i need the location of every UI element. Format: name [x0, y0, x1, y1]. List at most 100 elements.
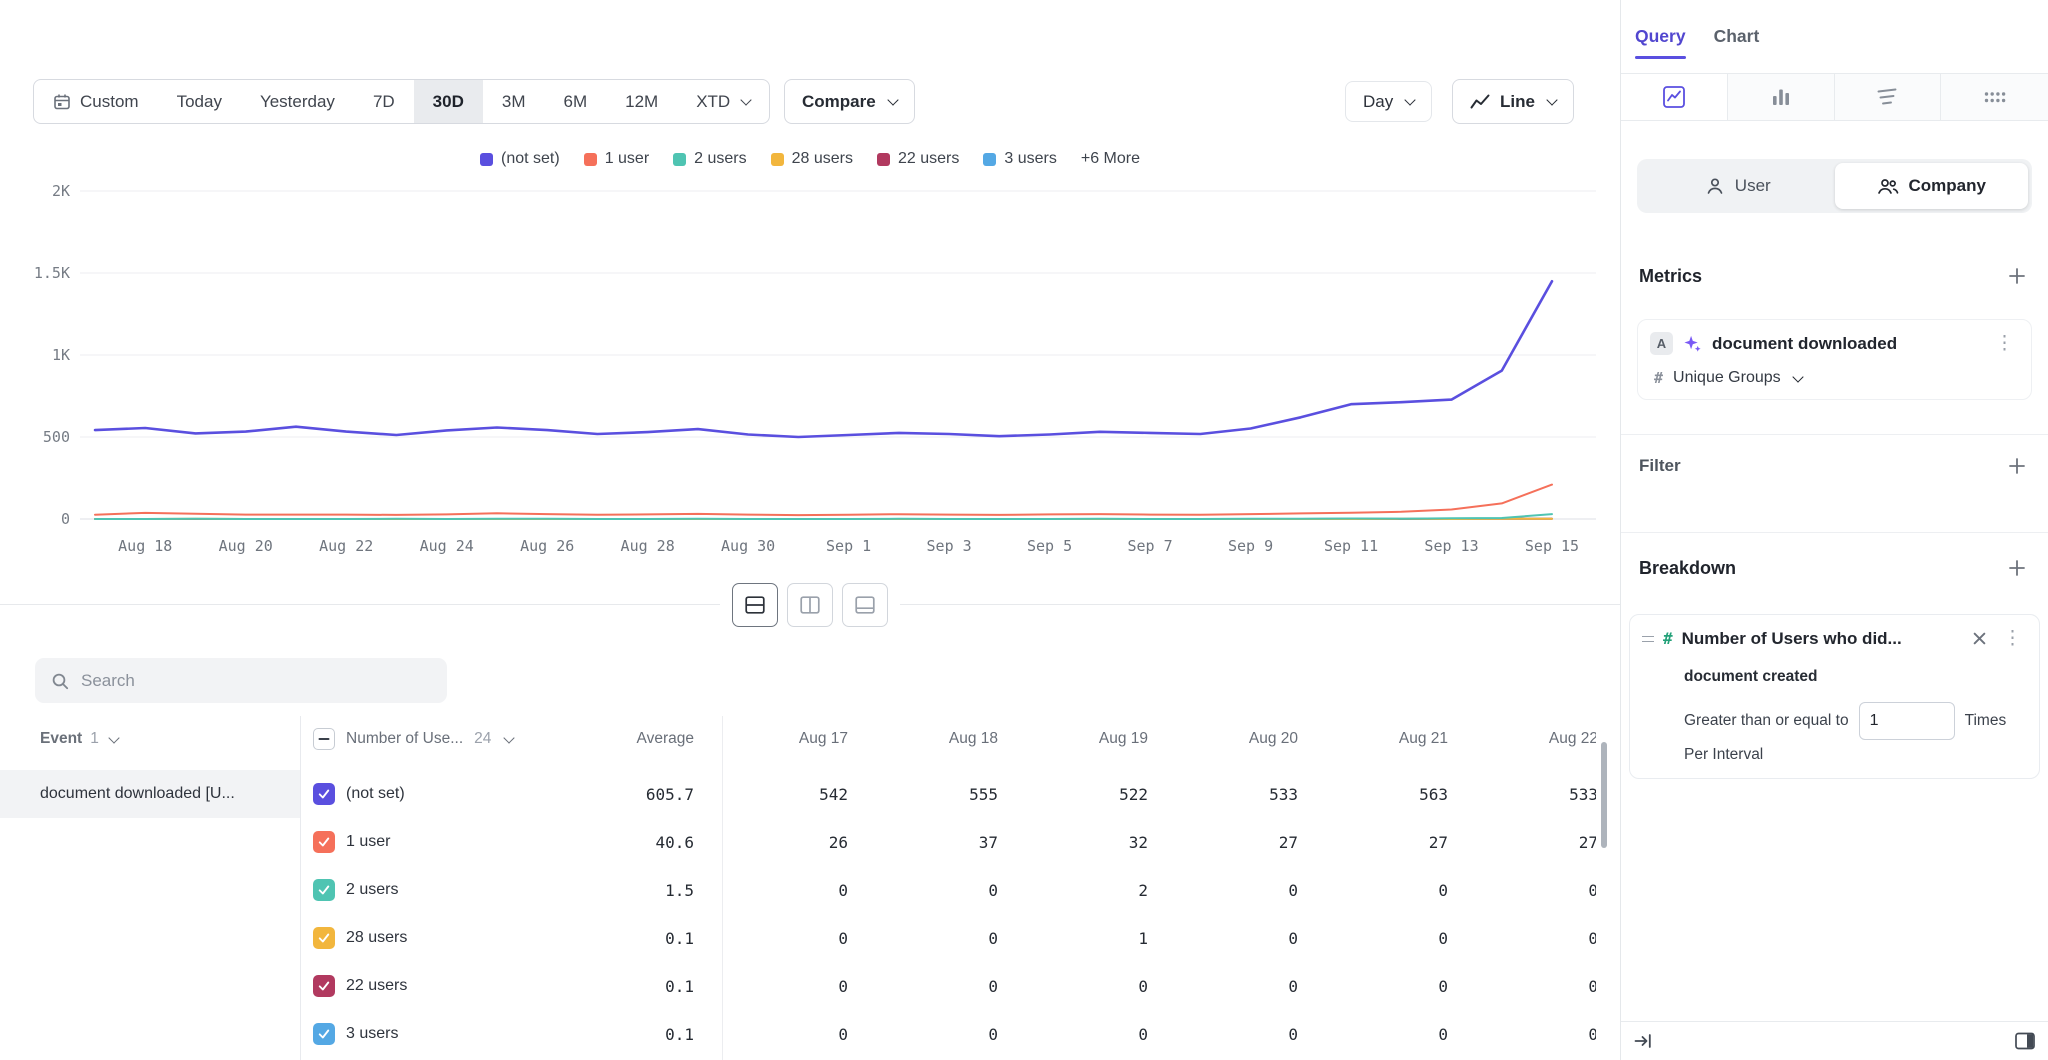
- drag-handle[interactable]: [1642, 636, 1654, 642]
- chevron-down-icon: [1405, 94, 1416, 105]
- breakdown-card-title[interactable]: Number of Users who did...: [1682, 629, 1961, 649]
- range-30d-button[interactable]: 30D: [414, 80, 483, 123]
- scope-user-label: User: [1735, 176, 1771, 196]
- date-column-header[interactable]: Aug 17: [700, 730, 850, 748]
- x-axis-label: Aug 30: [721, 537, 775, 555]
- range-today-button[interactable]: Today: [158, 80, 241, 123]
- breakdown-condition-label[interactable]: Greater than or equal to: [1684, 712, 1849, 730]
- breakdown-event-name[interactable]: document created: [1684, 668, 2027, 686]
- range-3m-button[interactable]: 3M: [483, 80, 545, 123]
- range-xtd-button[interactable]: XTD: [677, 80, 769, 123]
- legend-item[interactable]: 28 users: [771, 150, 853, 168]
- add-metric-button[interactable]: [2004, 263, 2030, 289]
- cell-value: 0: [1450, 881, 1596, 900]
- cell-value: 542: [700, 785, 850, 804]
- cell-value: 37: [850, 833, 1000, 852]
- compare-button[interactable]: Compare: [784, 79, 915, 124]
- cell-value: 0: [1150, 1025, 1300, 1044]
- scope-company-button[interactable]: Company: [1835, 163, 2029, 209]
- cell-value: 0: [1300, 1025, 1450, 1044]
- row-checkbox[interactable]: [313, 879, 335, 901]
- plus-icon: [2008, 267, 2026, 285]
- metric-kebab-menu[interactable]: ⋮: [1990, 332, 2019, 355]
- date-column-header[interactable]: Aug 20: [1150, 730, 1300, 748]
- chart-type-button[interactable]: Line: [1452, 79, 1574, 124]
- interval-button[interactable]: Day: [1345, 81, 1432, 122]
- chart-type-more-tab[interactable]: [1941, 74, 2048, 120]
- split-vertical-icon: [800, 596, 820, 614]
- x-axis-label: Aug 18: [118, 537, 172, 555]
- range-7d-button[interactable]: 7D: [354, 80, 414, 123]
- legend-item[interactable]: 3 users: [983, 150, 1056, 168]
- chart-type-funnel-tab[interactable]: [1835, 74, 1942, 120]
- range-yesterday-button[interactable]: Yesterday: [241, 80, 354, 123]
- cell-value: 0: [1300, 881, 1450, 900]
- plus-icon: [2008, 559, 2026, 577]
- date-column-header[interactable]: Aug 19: [1000, 730, 1150, 748]
- panel-tabs: Query Chart: [1621, 0, 2048, 73]
- layout-split-vertical-button[interactable]: [787, 583, 833, 627]
- line-chart-icon: [1470, 93, 1490, 111]
- row-checkbox[interactable]: [313, 1023, 335, 1045]
- layout-chart-only-button[interactable]: [842, 583, 888, 627]
- x-axis-label: Aug 22: [319, 537, 373, 555]
- chart-type-line-tab[interactable]: [1621, 74, 1728, 120]
- cell-value: 555: [850, 785, 1000, 804]
- table-scrollbar[interactable]: [1601, 742, 1607, 848]
- average-column-header[interactable]: Average: [550, 730, 700, 748]
- chart-legend: (not set) 1 user 2 users 28 users 22 users 3 …: [0, 150, 1620, 168]
- breakdown-header-label[interactable]: Number of Use...: [346, 730, 463, 748]
- metric-card[interactable]: A document downloaded ⋮ # Unique Groups: [1637, 319, 2032, 400]
- filter-title: Filter: [1639, 456, 1681, 476]
- row-checkbox[interactable]: [313, 783, 335, 805]
- metric-aggregation-row[interactable]: # Unique Groups: [1650, 369, 2019, 387]
- cell-value: 26: [700, 833, 850, 852]
- add-filter-button[interactable]: [2004, 453, 2030, 479]
- event-list-item[interactable]: document downloaded [U...: [0, 770, 300, 818]
- legend-more-link[interactable]: +6 More: [1081, 150, 1140, 168]
- metric-badge: A: [1650, 332, 1673, 355]
- toggle-sidebar-button[interactable]: [2014, 1031, 2036, 1051]
- date-column-header[interactable]: Aug 18: [850, 730, 1000, 748]
- tab-query[interactable]: Query: [1635, 0, 1686, 73]
- range-custom-button[interactable]: Custom: [34, 80, 158, 123]
- metric-event-name[interactable]: document downloaded: [1712, 334, 1980, 354]
- legend-item[interactable]: 22 users: [877, 150, 959, 168]
- layout-split-horizontal-button[interactable]: [732, 583, 778, 627]
- legend-item[interactable]: (not set): [480, 150, 560, 168]
- range-6m-button[interactable]: 6M: [544, 80, 606, 123]
- breakdown-kebab-menu[interactable]: ⋮: [1998, 627, 2027, 650]
- row-checkbox[interactable]: [313, 975, 335, 997]
- add-breakdown-button[interactable]: [2004, 555, 2030, 581]
- cell-value: 1: [1000, 929, 1150, 948]
- date-column-header[interactable]: Aug 22: [1450, 730, 1596, 748]
- table-row: 2 users1.5002000: [300, 866, 1596, 914]
- row-checkbox[interactable]: [313, 927, 335, 949]
- x-axis-label: Aug 26: [520, 537, 574, 555]
- row-checkbox[interactable]: [313, 831, 335, 853]
- average-value: 40.6: [550, 833, 700, 852]
- chevron-down-icon: [1792, 371, 1803, 382]
- cell-value: 563: [1300, 785, 1450, 804]
- tab-chart[interactable]: Chart: [1714, 0, 1760, 73]
- remove-breakdown-button[interactable]: [1970, 629, 1989, 648]
- legend-item[interactable]: 2 users: [673, 150, 746, 168]
- event-column-header[interactable]: Event 1: [40, 716, 118, 762]
- search-input[interactable]: [81, 671, 431, 691]
- chart-type-bar-tab[interactable]: [1728, 74, 1835, 120]
- line-chart-box-icon: [1662, 85, 1686, 109]
- range-12m-button[interactable]: 12M: [606, 80, 677, 123]
- date-column-header[interactable]: Aug 21: [1300, 730, 1450, 748]
- breakdown-value-input[interactable]: [1859, 702, 1955, 740]
- cell-value: 0: [1150, 929, 1300, 948]
- scope-user-button[interactable]: User: [1641, 163, 1835, 209]
- select-all-checkbox[interactable]: [313, 728, 335, 750]
- range-label: Today: [177, 92, 222, 112]
- y-axis-label: 1.5K: [34, 264, 70, 282]
- check-icon: [317, 979, 331, 993]
- breakdown-per-interval-label[interactable]: Per Interval: [1684, 746, 2027, 764]
- collapse-panel-button[interactable]: [1633, 1031, 1653, 1051]
- indeterminate-icon: [317, 732, 331, 746]
- legend-item[interactable]: 1 user: [584, 150, 649, 168]
- range-label: XTD: [696, 92, 730, 112]
